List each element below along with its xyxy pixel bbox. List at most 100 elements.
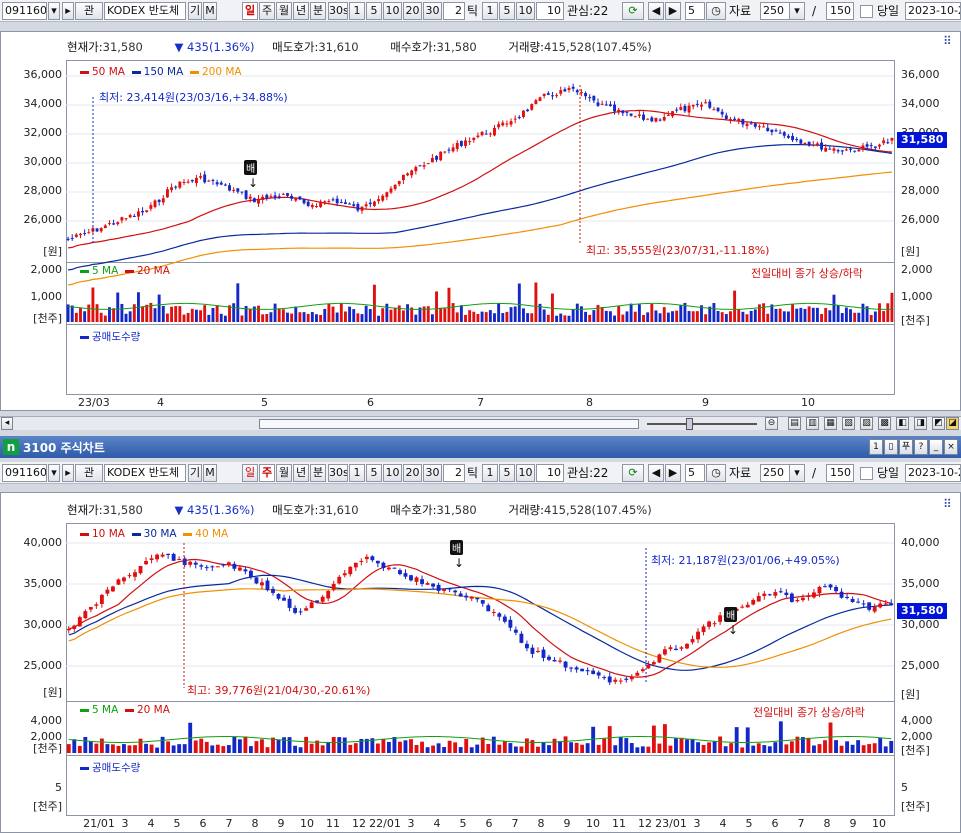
stock-code-field[interactable]: 091160 <box>2 464 47 482</box>
tick-input[interactable]: 10 <box>536 2 564 20</box>
period-minute-button[interactable]: 분 <box>310 2 326 20</box>
tool-9-icon[interactable]: ◩ <box>932 417 945 430</box>
pan-button[interactable]: 관 <box>75 464 103 482</box>
max-field[interactable]: 150 <box>826 2 854 20</box>
data-dropdown-button[interactable]: ▾ <box>789 464 805 482</box>
volume-bar <box>103 315 107 322</box>
tool-6-icon[interactable]: ▩ <box>878 417 891 430</box>
data-count-field[interactable]: 250 <box>760 464 790 482</box>
min-5-button[interactable]: 5 <box>366 2 382 20</box>
stock-code-field[interactable]: 091160 <box>2 2 47 20</box>
next-arrow-button[interactable]: ▶ <box>665 2 681 20</box>
date-field[interactable]: 2023-10-2 <box>905 464 961 482</box>
page-field[interactable]: 5 <box>685 464 705 482</box>
stock-name-field[interactable]: KODEX 반도체 <box>104 464 186 482</box>
tick-10-button[interactable]: 10 <box>516 2 535 20</box>
scroll-thumb[interactable] <box>259 419 639 429</box>
refresh-icon: ⟳ <box>628 466 638 479</box>
min-20-button[interactable]: 20 <box>403 2 422 20</box>
tool-8-icon[interactable]: ◨ <box>914 417 927 430</box>
gi-button[interactable]: 기 <box>188 464 202 482</box>
help-icon[interactable]: ? <box>914 439 928 455</box>
min-30-button[interactable]: 30 <box>423 464 442 482</box>
tick-field[interactable]: 2 <box>443 464 465 482</box>
min-1-button[interactable]: 1 <box>349 2 365 20</box>
zoom-out-icon[interactable]: ⊖ <box>765 417 778 430</box>
seconds-button[interactable]: 30s <box>328 464 348 482</box>
date-field[interactable]: 2023-10-2 <box>905 2 961 20</box>
sameday-checkbox[interactable] <box>860 467 873 480</box>
min-10-button[interactable]: 10 <box>383 2 402 20</box>
next-arrow-button[interactable]: ▶ <box>665 464 681 482</box>
prev-arrow-button[interactable]: ◀ <box>648 2 664 20</box>
clock-button[interactable]: ◷ <box>706 2 726 20</box>
min-10-button[interactable]: 10 <box>383 464 402 482</box>
min-1-button[interactable]: 1 <box>349 464 365 482</box>
candle-body <box>882 140 886 144</box>
short-tick-r: 5 <box>901 781 908 794</box>
period-month-button[interactable]: 월 <box>276 2 292 20</box>
data-dropdown-button[interactable]: ▾ <box>789 2 805 20</box>
period-week-button[interactable]: 주 <box>259 2 275 20</box>
tick-input[interactable]: 10 <box>536 464 564 482</box>
scrollbar-1[interactable]: ◂ ⊖ ▤ ▥ ▦ ▧ ▨ ▩ ◧ ◨ ◩ ◪ <box>0 416 961 430</box>
volume-bar <box>226 745 231 753</box>
period-year-button[interactable]: 년 <box>293 2 309 20</box>
period-year-button[interactable]: 년 <box>293 464 309 482</box>
window-btn-2-icon[interactable]: ▯ <box>884 439 898 455</box>
close-icon[interactable]: × <box>944 439 958 455</box>
tick-10-button[interactable]: 10 <box>516 464 535 482</box>
m-button[interactable]: M <box>203 464 217 482</box>
candle-body <box>112 223 116 225</box>
tick-field[interactable]: 2 <box>443 2 465 20</box>
min-30-button[interactable]: 30 <box>423 2 442 20</box>
tool-2-icon[interactable]: ▥ <box>806 417 819 430</box>
tool-5-icon[interactable]: ▨ <box>860 417 873 430</box>
period-month-button[interactable]: 월 <box>276 464 292 482</box>
seconds-button[interactable]: 30s <box>328 2 348 20</box>
next-button[interactable]: ▸ <box>62 2 74 20</box>
sameday-checkbox[interactable] <box>860 5 873 18</box>
next-button[interactable]: ▸ <box>62 464 74 482</box>
window-btn-1-icon[interactable]: 1 <box>869 439 883 455</box>
period-minute-button[interactable]: 분 <box>310 464 326 482</box>
tick-1-button[interactable]: 1 <box>482 2 498 20</box>
period-week-button[interactable]: 주 <box>259 464 275 482</box>
tick-5-button[interactable]: 5 <box>499 2 515 20</box>
min-20-button[interactable]: 20 <box>403 464 422 482</box>
min-5-button[interactable]: 5 <box>366 464 382 482</box>
refresh-button[interactable]: ⟳ <box>622 464 644 482</box>
volume-bar <box>211 307 215 322</box>
max-field[interactable]: 150 <box>826 464 854 482</box>
code-dropdown-button[interactable]: ▾ <box>48 464 60 482</box>
tool-10-icon[interactable]: ◪ <box>946 417 959 430</box>
period-day-button[interactable]: 일 <box>242 2 258 20</box>
settings-grid-icon[interactable]: ⠿ <box>943 34 952 48</box>
m-button[interactable]: M <box>203 2 217 20</box>
zoom-slider-track[interactable] <box>647 423 757 425</box>
tool-3-icon[interactable]: ▦ <box>824 417 837 430</box>
period-day-button[interactable]: 일 <box>242 464 258 482</box>
pan-button[interactable]: 관 <box>75 2 103 20</box>
data-count-field[interactable]: 250 <box>760 2 790 20</box>
tick-5-button[interactable]: 5 <box>499 464 515 482</box>
zoom-slider-thumb[interactable] <box>686 418 693 430</box>
tool-1-icon[interactable]: ▤ <box>788 417 801 430</box>
scroll-left-button[interactable]: ◂ <box>1 417 13 430</box>
window-btn-3-icon[interactable]: 푸 <box>899 439 913 455</box>
y-tick-l: 30,000 <box>23 155 63 168</box>
code-dropdown-button[interactable]: ▾ <box>48 2 60 20</box>
x-tick: 9 <box>702 396 709 409</box>
prev-arrow-button[interactable]: ◀ <box>648 464 664 482</box>
tool-4-icon[interactable]: ▧ <box>842 417 855 430</box>
minimize-icon[interactable]: _ <box>929 439 943 455</box>
tool-7-icon[interactable]: ◧ <box>896 417 909 430</box>
tick-1-button[interactable]: 1 <box>482 464 498 482</box>
settings-grid-icon[interactable]: ⠿ <box>943 497 952 511</box>
page-field[interactable]: 5 <box>685 2 705 20</box>
candle-body <box>756 596 761 602</box>
refresh-button[interactable]: ⟳ <box>622 2 644 20</box>
stock-name-field[interactable]: KODEX 반도체 <box>104 2 186 20</box>
clock-button[interactable]: ◷ <box>706 464 726 482</box>
gi-button[interactable]: 기 <box>188 2 202 20</box>
